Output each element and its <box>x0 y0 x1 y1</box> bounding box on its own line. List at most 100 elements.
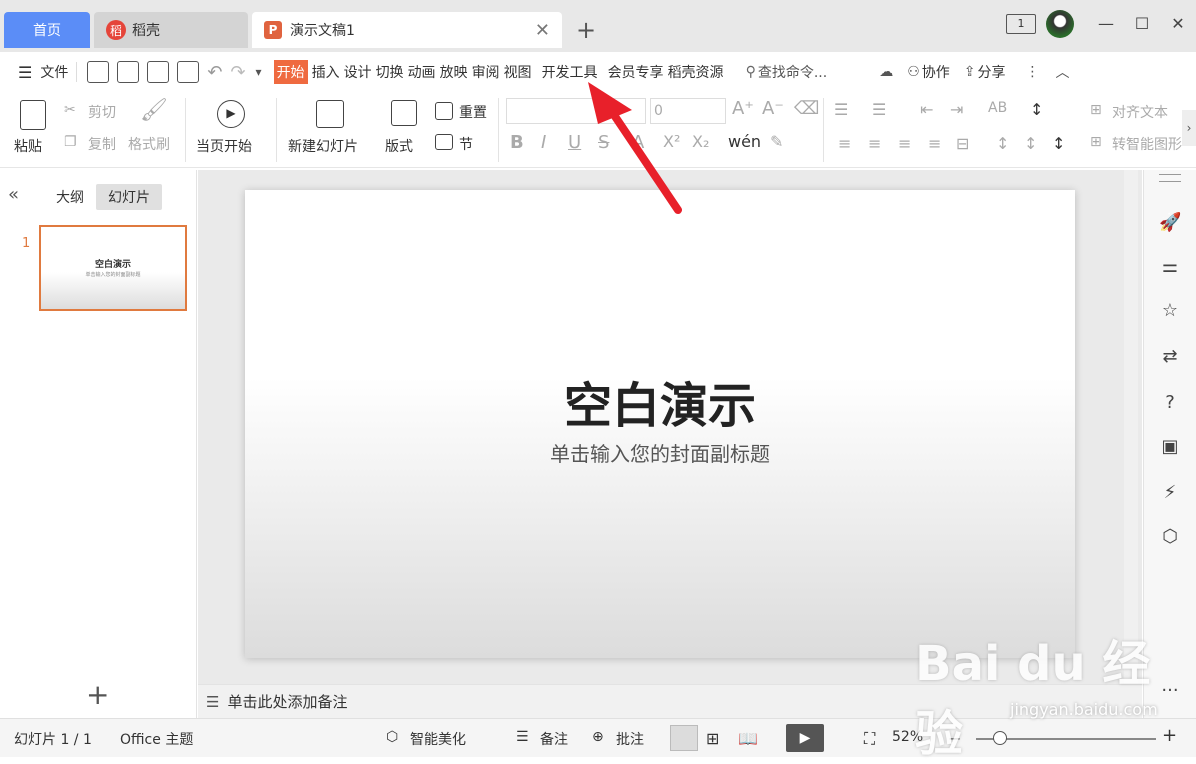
bold-icon[interactable]: B <box>510 132 524 153</box>
window-layout-icon[interactable]: 1 <box>1006 14 1036 34</box>
paragraph-spacing-icon[interactable]: ↕ <box>1024 134 1037 153</box>
add-slide-button[interactable]: + <box>86 678 109 711</box>
tab-home[interactable]: 首页 <box>4 12 90 48</box>
menu-developer[interactable]: 开发工具 <box>542 62 598 82</box>
align-right-icon[interactable]: ≡ <box>898 134 911 153</box>
highlight-icon[interactable]: ✎ <box>770 132 783 151</box>
collapse-panel-icon[interactable]: « <box>8 184 19 205</box>
image-icon[interactable]: ▣ <box>1159 436 1181 458</box>
line-spacing-icon[interactable]: ↕ <box>996 134 1009 153</box>
smart-graphic-button[interactable]: 转智能图形 <box>1112 134 1182 154</box>
section-button[interactable]: 节 <box>459 134 473 154</box>
tab-daoke[interactable]: 稻 稻壳 <box>94 12 248 48</box>
superscript-icon[interactable]: X² <box>663 132 680 151</box>
align-left-icon[interactable]: ≡ <box>838 134 851 153</box>
layout-button[interactable]: 版式 <box>385 136 413 156</box>
share-button[interactable]: 分享 <box>977 62 1005 82</box>
menu-insert[interactable]: 插入 <box>312 62 340 82</box>
normal-view-icon[interactable] <box>670 725 698 751</box>
avatar[interactable] <box>1046 10 1074 38</box>
star-icon[interactable]: ☆ <box>1159 300 1181 322</box>
decrease-indent-icon[interactable]: ⇤ <box>920 100 933 119</box>
italic-icon[interactable]: I <box>541 132 546 153</box>
font-size-select[interactable]: 0 <box>650 98 726 124</box>
play-icon[interactable]: ▶ <box>217 100 245 128</box>
slide-subtitle[interactable]: 单击输入您的封面副标题 <box>245 438 1075 467</box>
paste-icon[interactable] <box>20 100 46 130</box>
slide-sorter-icon[interactable]: ⊞ <box>706 729 719 748</box>
undo-icon[interactable]: ↶ <box>207 62 222 83</box>
export-pdf-icon[interactable] <box>117 61 140 83</box>
help-icon[interactable]: ? <box>1159 392 1181 414</box>
comment-button[interactable]: 批注 <box>616 729 644 749</box>
cloud-sync-icon[interactable]: ☁ <box>879 64 893 80</box>
vertical-scrollbar[interactable] <box>1124 170 1138 684</box>
menu-home[interactable]: 开始 <box>273 60 308 84</box>
shrink-font-icon[interactable]: A⁻ <box>762 98 784 119</box>
tab-outline[interactable]: 大纲 <box>44 184 96 210</box>
notes-toggle-button[interactable]: 备注 <box>540 729 568 749</box>
search-command-input[interactable]: 查找命令... <box>758 62 827 82</box>
cube-icon[interactable]: ⬡ <box>1159 526 1181 548</box>
menu-transition[interactable]: 切换 <box>376 62 404 82</box>
close-window-icon[interactable]: ✕ <box>1160 14 1196 33</box>
cut-button[interactable]: 剪切 <box>88 102 116 122</box>
font-family-select[interactable] <box>506 98 646 124</box>
new-tab-button[interactable]: + <box>576 16 596 44</box>
tab-slides[interactable]: 幻灯片 <box>96 184 162 210</box>
redo-icon[interactable]: ↷ <box>230 62 245 83</box>
subscript-icon[interactable]: X₂ <box>692 132 709 151</box>
paste-button[interactable]: 粘贴 <box>14 136 42 156</box>
play-from-current-button[interactable]: 当页开始 <box>196 136 252 156</box>
smart-beautify-button[interactable]: 智能美化 <box>410 729 466 749</box>
chevron-down-icon[interactable]: ▾ <box>256 65 262 79</box>
menu-view[interactable]: 视图 <box>504 62 532 82</box>
rocket-icon[interactable]: 🚀 <box>1159 212 1181 234</box>
align-text-button[interactable]: 对齐文本 <box>1112 102 1168 122</box>
print-preview-icon[interactable] <box>177 61 200 83</box>
copy-button[interactable]: 复制 <box>88 134 116 154</box>
lightning-icon[interactable]: ⚡ <box>1159 482 1181 504</box>
tab-document[interactable]: P 演示文稿1 ✕ <box>252 12 562 48</box>
reading-view-icon[interactable]: 📖 <box>738 729 758 748</box>
strikethrough-icon[interactable]: S <box>598 132 609 153</box>
format-painter-button[interactable]: 格式刷 <box>128 134 170 154</box>
hamburger-icon[interactable]: ☰ <box>18 63 32 82</box>
new-slide-button[interactable]: 新建幻灯片 <box>288 136 358 156</box>
grow-font-icon[interactable]: A⁺ <box>732 98 754 119</box>
menu-daoke-resources[interactable]: 稻壳资源 <box>668 62 724 82</box>
theme-name[interactable]: Office 主题 <box>120 729 193 749</box>
phonetic-icon[interactable]: wén <box>728 132 761 151</box>
font-color-icon[interactable]: A <box>632 132 644 153</box>
menu-file[interactable]: 文件 <box>40 62 68 82</box>
menu-slideshow[interactable]: 放映 <box>440 62 468 82</box>
minimize-icon[interactable]: — <box>1088 14 1124 33</box>
bullet-list-icon[interactable]: ☰ <box>834 100 848 119</box>
menu-design[interactable]: 设计 <box>344 62 372 82</box>
layout-icon[interactable] <box>391 100 417 126</box>
replace-icon[interactable]: ⇄ <box>1159 346 1181 368</box>
new-slide-icon[interactable] <box>316 100 344 128</box>
print-icon[interactable] <box>147 61 170 83</box>
menu-animation[interactable]: 动画 <box>408 62 436 82</box>
ribbon-scroll-right-icon[interactable]: › <box>1182 110 1196 146</box>
text-direction-icon[interactable]: ↕ <box>1052 134 1065 153</box>
justify-icon[interactable]: ≡ <box>928 134 941 153</box>
underline-icon[interactable]: U <box>568 132 581 153</box>
collapse-ribbon-icon[interactable]: ︿ <box>1055 62 1069 82</box>
slide-title[interactable]: 空白演示 <box>245 366 1075 436</box>
sort-icon[interactable]: ↕ <box>1030 100 1043 119</box>
drag-handle-icon[interactable] <box>1159 174 1181 182</box>
numbered-list-icon[interactable]: ☰ <box>872 100 886 119</box>
play-slideshow-button[interactable]: ▶ <box>786 724 824 752</box>
close-tab-icon[interactable]: ✕ <box>535 20 550 41</box>
menu-review[interactable]: 审阅 <box>472 62 500 82</box>
menu-member[interactable]: 会员专享 <box>608 62 664 82</box>
more-vertical-icon[interactable]: ⋮ <box>1025 64 1039 80</box>
save-icon[interactable] <box>87 61 110 83</box>
maximize-icon[interactable]: ☐ <box>1124 14 1160 33</box>
slide-thumbnail[interactable]: 空白演示 单击输入您的封面副标题 <box>39 225 187 311</box>
align-center-icon[interactable]: ≡ <box>868 134 881 153</box>
distribute-icon[interactable]: ⊟ <box>956 134 969 153</box>
settings-sliders-icon[interactable]: ⚌ <box>1159 256 1181 278</box>
